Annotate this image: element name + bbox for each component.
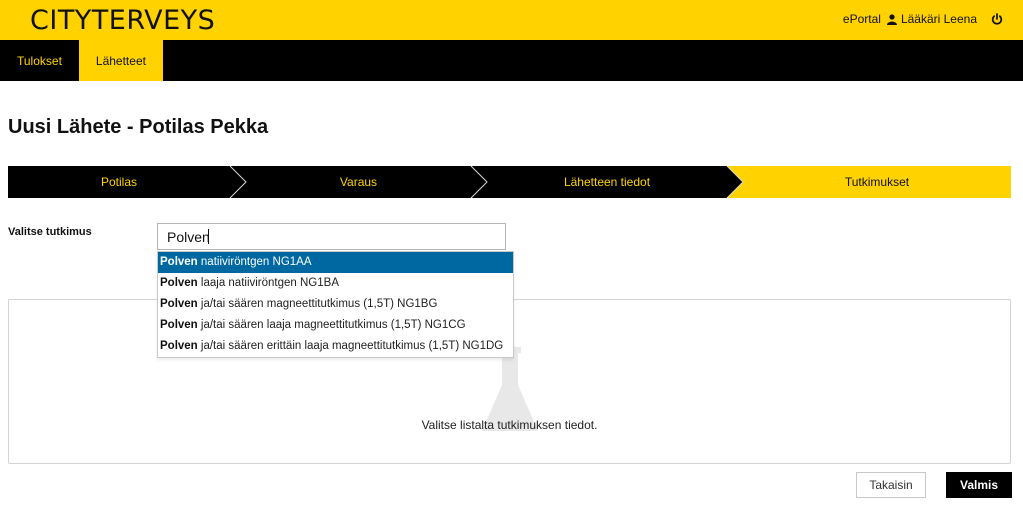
- option-text: ja/tai säären magneettitutkimus (1,5T) N…: [197, 298, 438, 310]
- nav-tab-lahetteet[interactable]: Lähetteet: [78, 40, 163, 81]
- text-caret: [208, 229, 209, 244]
- page-title: Uusi Lähete - Potilas Pekka: [8, 116, 269, 138]
- option-match: Polven: [160, 256, 198, 268]
- step-varaus[interactable]: Varaus: [246, 166, 471, 198]
- study-search-input[interactable]: [157, 223, 506, 250]
- option-text: natiiviröntgen NG1AA: [197, 256, 312, 268]
- option-text: laaja natiiviröntgen NG1BA: [197, 277, 339, 289]
- done-button[interactable]: Valmis: [946, 472, 1012, 498]
- user-menu[interactable]: Lääkäri Leena: [886, 12, 977, 26]
- step-potilas[interactable]: Potilas: [8, 166, 230, 198]
- option-text: ja/tai säären laaja magneettitutkimus (1…: [197, 319, 466, 331]
- empty-panel-message: Valitse listalta tutkimuksen tiedot.: [421, 418, 598, 432]
- option-match: Polven: [160, 319, 198, 331]
- step-lahetteen-tiedot[interactable]: Lähetteen tiedot: [487, 166, 727, 198]
- main-nav: Tulokset Lähetteet: [0, 40, 1023, 81]
- power-icon[interactable]: [991, 13, 1003, 25]
- user-name: Lääkäri Leena: [900, 12, 977, 26]
- study-select-label: Valitse tutkimus: [8, 226, 92, 238]
- brand-logo[interactable]: CITYTERVEYS: [30, 5, 215, 36]
- option-match: Polven: [160, 298, 198, 310]
- option-text: ja/tai säären erittäin laaja magneettitu…: [197, 340, 504, 352]
- wizard-steps: Potilas Varaus Lähetteen tiedot Tutkimuk…: [8, 166, 1011, 198]
- autocomplete-option[interactable]: Polven ja/tai säären magneettitutkimus (…: [158, 294, 513, 315]
- top-bar: CITYTERVEYS ePortal Lääkäri Leena: [0, 0, 1023, 40]
- nav-tab-tulokset[interactable]: Tulokset: [0, 40, 79, 81]
- step-tutkimukset[interactable]: Tutkimukset: [743, 166, 1011, 198]
- autocomplete-option[interactable]: Polven ja/tai säären laaja magneettitutk…: [158, 315, 513, 336]
- autocomplete-option[interactable]: Polven natiiviröntgen NG1AA: [158, 252, 513, 273]
- autocomplete-option[interactable]: Polven ja/tai säären erittäin laaja magn…: [158, 336, 513, 357]
- user-icon: [886, 13, 897, 25]
- autocomplete-option[interactable]: Polven laaja natiiviröntgen NG1BA: [158, 273, 513, 294]
- eportal-link[interactable]: ePortal: [843, 12, 881, 26]
- autocomplete-dropdown: Polven natiiviröntgen NG1AA Polven laaja…: [157, 251, 514, 358]
- option-match: Polven: [160, 277, 198, 289]
- back-button[interactable]: Takaisin: [856, 472, 926, 498]
- option-match: Polven: [160, 340, 198, 352]
- header-user-area: ePortal Lääkäri Leena: [843, 12, 1003, 26]
